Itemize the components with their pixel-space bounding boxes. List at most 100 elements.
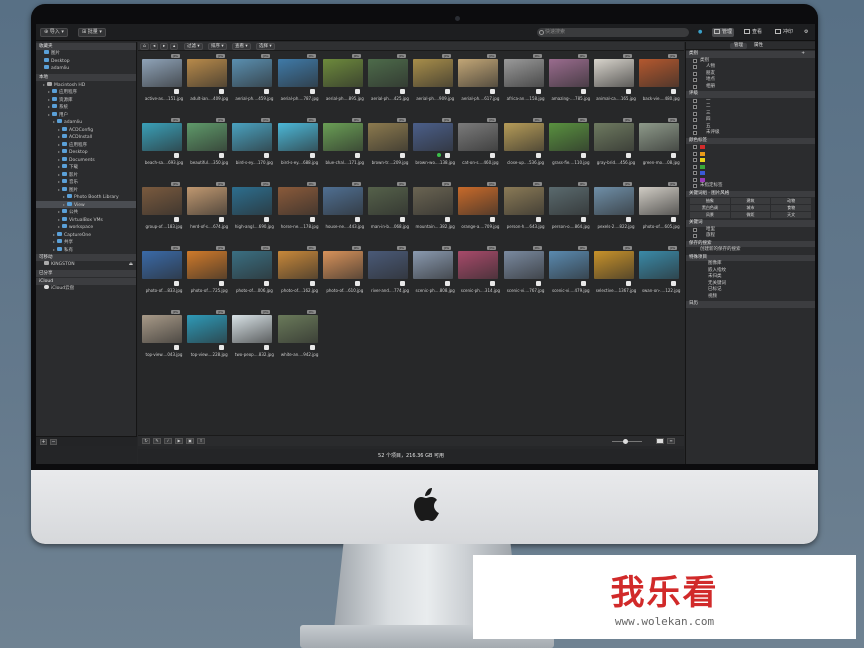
thumbnail-image[interactable]: [187, 123, 228, 151]
share-button[interactable]: ⇪: [197, 438, 205, 444]
checkbox[interactable]: [693, 124, 697, 129]
thumbnail-item[interactable]: JPG group-of....183.jpg: [142, 182, 186, 244]
select-checkbox[interactable]: [535, 281, 541, 286]
thumbnail-image[interactable]: [594, 187, 634, 215]
tab-manage[interactable]: 管理: [730, 43, 747, 49]
select-checkbox[interactable]: [219, 217, 225, 222]
thumbnail-item[interactable]: JPG mountain....382.jpg: [413, 182, 457, 244]
thumbnail-image[interactable]: [187, 315, 228, 343]
edit-button[interactable]: ✎: [153, 438, 161, 444]
select-checkbox[interactable]: [626, 89, 631, 94]
forward-button[interactable]: ▸: [160, 43, 169, 50]
thumbnail-item[interactable]: JPG scenic-ph....314.jpg: [458, 246, 502, 308]
checkbox[interactable]: [693, 65, 697, 69]
thumbnail-item[interactable]: JPG photo-of....162.jpg: [277, 246, 322, 308]
thumbnail-image[interactable]: [277, 251, 318, 279]
checkbox[interactable]: [693, 98, 697, 103]
thumbnail-item[interactable]: JPG herd-of-s....674.jpg: [187, 182, 231, 244]
thumbnail-item[interactable]: JPG top-view....043.jpg: [142, 310, 186, 372]
favorites-header[interactable]: 收藏夹: [36, 43, 136, 50]
tree-item-kingston[interactable]: KINGSTON ⏏: [36, 261, 136, 269]
thumbnail-image[interactable]: [548, 123, 589, 151]
thumbnail-item[interactable]: JPG green-mo....08.jpg: [639, 118, 683, 180]
select-checkbox[interactable]: [264, 89, 270, 94]
thumbnail-item[interactable]: JPG swan-on-....122.jpg: [639, 246, 683, 308]
tree-item-folder[interactable]: ▸ 影片: [36, 171, 136, 179]
tree-item-icloud-drive[interactable]: iCloud云盘: [36, 284, 136, 293]
thumbnail-image[interactable]: [142, 123, 182, 151]
select-checkbox[interactable]: [354, 217, 360, 222]
tree-item-folder[interactable]: ▸ 私有: [36, 246, 136, 254]
checkbox[interactable]: [693, 105, 697, 109]
view-button[interactable]: 查看 ▾: [232, 43, 251, 50]
thumbnail-item[interactable]: JPG river-and....774.jpg: [368, 246, 412, 308]
removable-header[interactable]: 可移动: [36, 254, 136, 261]
checkbox[interactable]: [693, 145, 697, 149]
thumbnail-view-button[interactable]: [656, 438, 664, 444]
thumbnail-item[interactable]: JPG beach-sa....693.jpg: [142, 118, 186, 180]
tree-item-folder[interactable]: ▸ 下载: [36, 163, 136, 171]
checkbox[interactable]: [693, 111, 697, 116]
tree-item-folder[interactable]: ▸ 应用程序: [36, 88, 136, 96]
keyword-set-button[interactable]: 食物: [771, 205, 811, 211]
select-checkbox[interactable]: [580, 153, 586, 158]
select-checkbox[interactable]: [535, 89, 541, 94]
compare-button[interactable]: ▣: [186, 438, 194, 444]
thumbnail-item[interactable]: JPG gray-brid....456.jpg: [594, 118, 638, 180]
select-checkbox[interactable]: [400, 217, 405, 222]
home-button[interactable]: ⌂: [140, 43, 149, 50]
select-checkbox[interactable]: [580, 217, 586, 222]
checkbox[interactable]: [693, 184, 697, 188]
thumbnail-item[interactable]: JPG close-up....536.jpg: [503, 118, 548, 180]
thumbnail-item[interactable]: JPG two-peop....832.jpg: [232, 310, 276, 372]
select-checkbox[interactable]: [309, 89, 315, 94]
thumbnail-image[interactable]: [142, 187, 182, 215]
thumbnail-item[interactable]: JPG adult-ian....409.jpg: [187, 54, 231, 116]
tag-button[interactable]: ✓: [164, 438, 172, 444]
thumbnail-item[interactable]: JPG pexels-2....822.jpg: [594, 182, 638, 244]
select-checkbox[interactable]: [490, 153, 496, 158]
thumbnail-image[interactable]: [458, 251, 499, 279]
checkbox[interactable]: [693, 58, 697, 63]
keyword-set-button[interactable]: 微距: [730, 212, 771, 218]
tree-item-folder[interactable]: ▸ 系统: [36, 103, 136, 111]
thumbnail-item[interactable]: JPG photo-of....725.jpg: [187, 246, 231, 308]
thumbnail-item[interactable]: JPG scenic-ph....808.jpg: [413, 246, 457, 308]
tree-item-favorite[interactable]: Desktop: [36, 57, 136, 66]
thumbnail-item[interactable]: JPG bird-s-ey....170.jpg: [232, 118, 276, 180]
select-checkbox[interactable]: [445, 281, 451, 286]
thumbnail-image[interactable]: [594, 59, 634, 87]
tree-item-folder[interactable]: ▸ workspace: [36, 223, 136, 231]
tree-item-folder[interactable]: ▸ 用户: [36, 111, 136, 119]
tree-item-folder[interactable]: ▸ 图片: [36, 186, 136, 194]
checkbox[interactable]: [693, 78, 697, 82]
select-checkbox[interactable]: [174, 89, 179, 94]
tree-item-folder[interactable]: ▸ 应用程序: [36, 141, 136, 149]
thumbnail-image[interactable]: [594, 123, 634, 151]
tree-item-folder[interactable]: ▸ CaptureOne: [36, 231, 136, 239]
thumbnail-item[interactable]: JPG scenic-vi....767.jpg: [503, 246, 548, 308]
rotate-button[interactable]: ↻: [142, 438, 150, 444]
thumbnail-item[interactable]: JPG photo-of....610.jpg: [322, 246, 367, 308]
thumbnail-image[interactable]: [142, 251, 182, 279]
thumbnail-item[interactable]: JPG horse-ne....178.jpg: [277, 182, 322, 244]
thumbnail-item[interactable]: JPG brown-tr....209.jpg: [368, 118, 412, 180]
thumbnail-image[interactable]: [277, 315, 318, 343]
thumbnail-item[interactable]: JPG active-as....151.jpg: [142, 54, 186, 116]
thumbnail-image[interactable]: [548, 251, 589, 279]
batch-button[interactable]: ⊞ 批量 ▾: [78, 28, 106, 37]
special-item[interactable]: 视频: [686, 294, 815, 301]
thumbnail-item[interactable]: JPG scenic-vi....479.jpg: [548, 246, 593, 308]
tree-item-folder[interactable]: ▸ ACDInstall: [36, 133, 136, 141]
tree-item-folder[interactable]: ▸ 公共: [36, 208, 136, 216]
select-checkbox[interactable]: [264, 281, 270, 286]
shared-header[interactable]: 已分享: [36, 269, 136, 277]
thumbnail-image[interactable]: [232, 315, 273, 343]
thumbnail-image[interactable]: [322, 123, 363, 151]
select-checkbox[interactable]: [490, 217, 496, 222]
thumbnail-item[interactable]: JPG photo-of....605.jpg: [639, 182, 683, 244]
select-checkbox[interactable]: [354, 89, 360, 94]
checkbox[interactable]: [693, 71, 697, 76]
import-button[interactable]: ⊕ 导入 ▾: [40, 28, 68, 37]
list-view-button[interactable]: ≡: [667, 438, 675, 444]
